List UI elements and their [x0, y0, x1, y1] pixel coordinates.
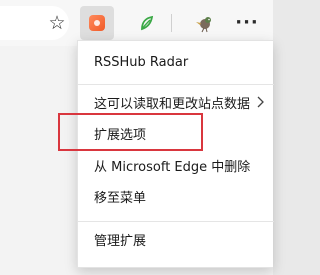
rsshub-radar-icon — [89, 15, 105, 31]
favorite-star-button[interactable]: ☆ — [40, 6, 74, 40]
menu-item-manage-extensions[interactable]: 管理扩展 — [78, 225, 274, 253]
leaf-icon — [141, 15, 154, 31]
extension-context-menu: RSSHub Radar 这可以读取和更改站点数据 扩展选项 从 Microso… — [77, 40, 274, 268]
menu-item-rsshub-radar[interactable]: RSSHub Radar — [78, 48, 274, 76]
bird-icon — [196, 17, 211, 33]
chevron-right-icon — [257, 96, 264, 108]
menu-item-label: 移至菜单 — [94, 190, 147, 206]
menu-item-label: 管理扩展 — [94, 233, 147, 249]
settings-and-more-button[interactable]: ··· — [230, 6, 264, 40]
menu-item-move-to-menu[interactable]: 移至菜单 — [78, 182, 274, 210]
menu-divider — [78, 84, 274, 85]
menu-item-label: 这可以读取和更改站点数据 — [94, 96, 251, 112]
annotation-highlight-box — [58, 113, 203, 151]
rsshub-radar-extension-button[interactable] — [80, 6, 114, 40]
leaf-extension-button[interactable] — [130, 6, 164, 40]
menu-item-label: RSSHub Radar — [94, 54, 189, 70]
menu-item-remove-from-edge[interactable]: 从 Microsoft Edge 中删除 — [78, 151, 274, 179]
menu-item-site-access[interactable]: 这可以读取和更改站点数据 — [78, 88, 274, 116]
star-icon: ☆ — [48, 11, 66, 34]
bird-extension-button[interactable] — [188, 6, 222, 40]
toolbar-separator — [171, 14, 172, 32]
more-icon: ··· — [235, 12, 259, 33]
menu-divider — [78, 221, 274, 222]
menu-item-label: 从 Microsoft Edge 中删除 — [94, 159, 251, 175]
